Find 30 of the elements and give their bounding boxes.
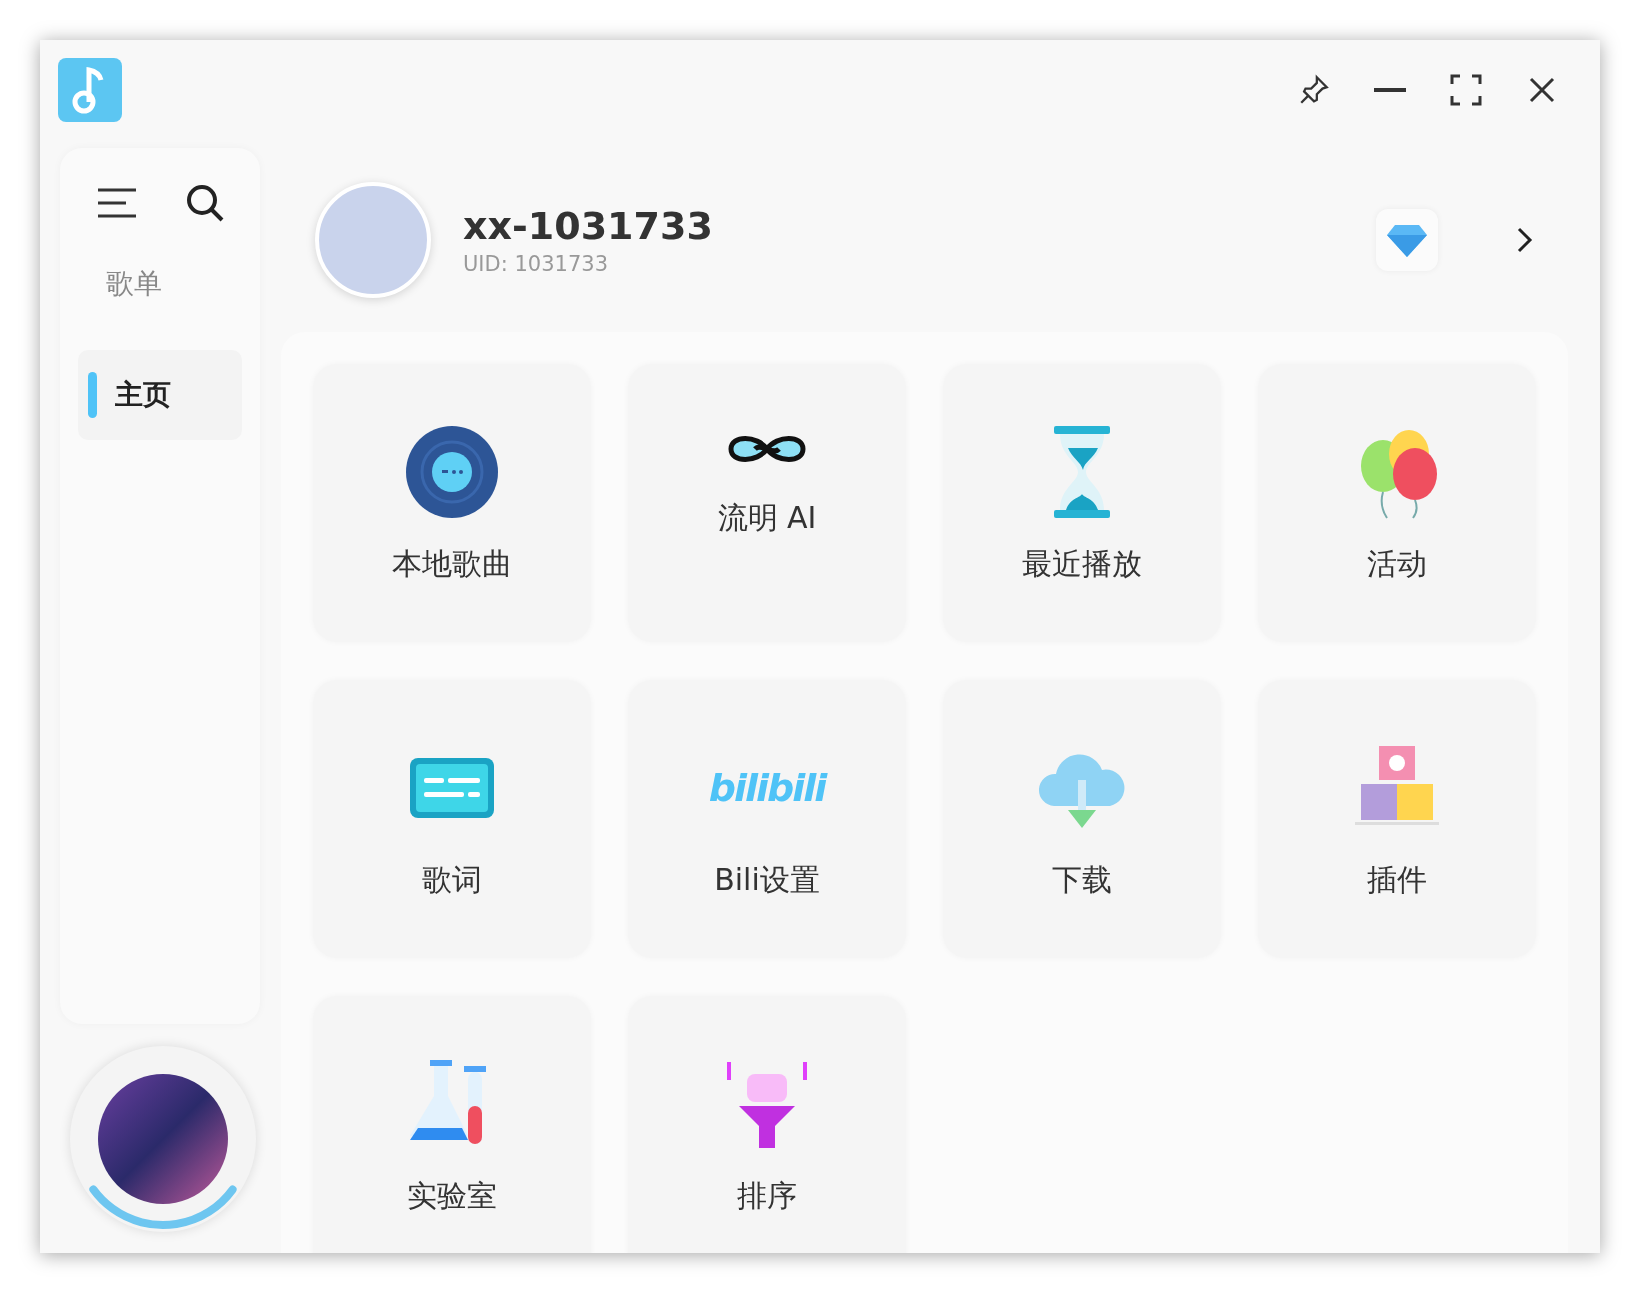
feature-tile[interactable]: 插件 xyxy=(1258,680,1536,958)
tile-label: 歌词 xyxy=(422,861,482,899)
user-name: xx-1031733 xyxy=(463,204,714,248)
sidebar-item[interactable]: 主页 xyxy=(78,350,242,440)
tile-label: Bili设置 xyxy=(714,861,820,899)
feature-tile[interactable]: 下载 xyxy=(943,680,1221,958)
tile-label: 流明 AI xyxy=(717,499,817,537)
feature-tile[interactable]: bilibili Bili设置 xyxy=(628,680,906,958)
tile-label: 最近播放 xyxy=(1022,545,1142,583)
feature-tile[interactable]: 流明 AI xyxy=(628,364,906,642)
feature-tile[interactable]: 歌词 xyxy=(313,680,591,958)
vinyl-disc-icon xyxy=(404,424,500,520)
tile-label: 插件 xyxy=(1367,861,1427,899)
tile-label: 活动 xyxy=(1367,545,1427,583)
tile-label: 实验室 xyxy=(407,1177,497,1215)
bili-logo: bilibili xyxy=(708,765,826,812)
feature-tile[interactable]: 最近播放 xyxy=(943,364,1221,642)
user-id: UID: 1031733 xyxy=(463,252,609,276)
feature-tile[interactable]: 本地歌曲 xyxy=(313,364,591,642)
tile-label: 排序 xyxy=(737,1177,797,1215)
feature-tile[interactable]: 实验室 xyxy=(313,996,591,1253)
search-icon[interactable] xyxy=(184,182,226,224)
diamond-button[interactable] xyxy=(1376,209,1438,271)
tile-label: 本地歌曲 xyxy=(392,545,512,583)
tile-label: 下载 xyxy=(1052,861,1112,899)
diamond-icon xyxy=(1387,223,1427,257)
feature-tile[interactable]: 排序 xyxy=(628,996,906,1253)
fullscreen-icon[interactable] xyxy=(1448,72,1484,108)
feature-tile[interactable]: 活动 xyxy=(1258,364,1536,642)
music-note-logo-icon xyxy=(58,58,122,122)
